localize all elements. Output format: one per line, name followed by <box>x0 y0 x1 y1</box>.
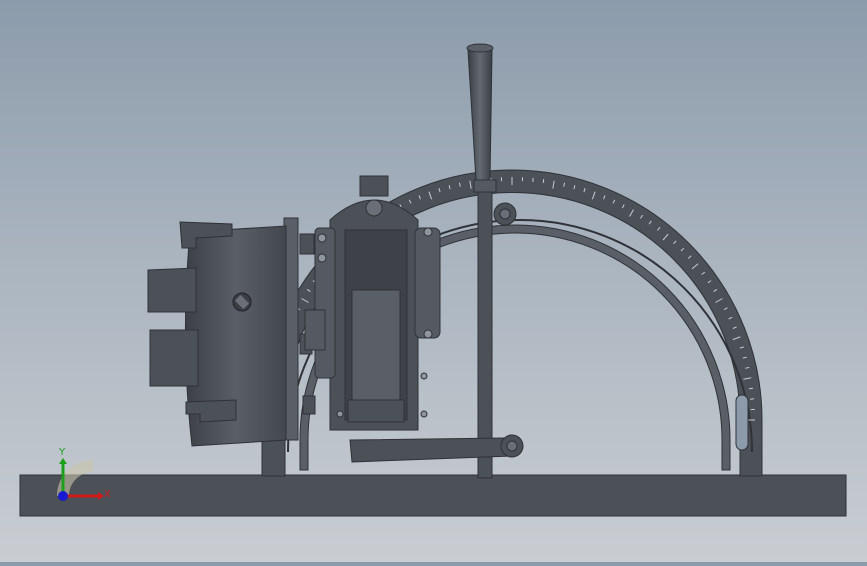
x-axis-label: X <box>104 489 111 500</box>
base-plate[interactable] <box>19 474 847 517</box>
assembly-drawing[interactable]: X Y <box>0 0 867 562</box>
y-axis-label: Y <box>58 447 66 458</box>
link-bar[interactable] <box>349 434 524 463</box>
upper-pivot[interactable] <box>493 202 517 226</box>
three-jaw-chuck[interactable] <box>147 217 299 447</box>
cad-viewport[interactable]: X Y <box>0 0 867 562</box>
gearbox-housing[interactable] <box>314 175 441 431</box>
lever-handle[interactable] <box>466 43 494 181</box>
